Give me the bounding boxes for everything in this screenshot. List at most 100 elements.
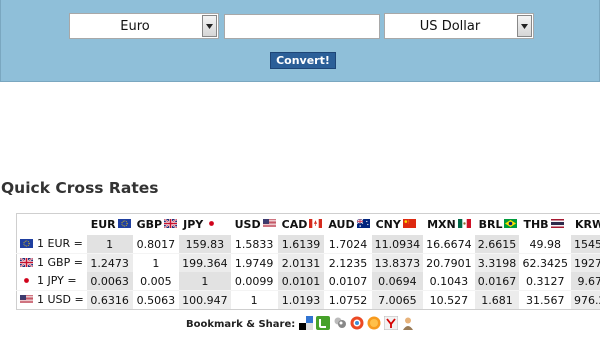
from-currency-select[interactable]: Euro [69, 13, 219, 39]
row-label: 1 GBP = [37, 256, 83, 270]
column-code: GBP [136, 217, 163, 231]
column-header-thb: THB [519, 214, 571, 236]
rate-cell: 13.8373 [371, 253, 424, 272]
rate-cell: 7.0065 [371, 290, 424, 310]
column-code: USD [234, 217, 261, 231]
rate-cell: 1.681 [474, 290, 520, 310]
rate-cell: 0.0101 [277, 272, 325, 291]
column-code: EUR [90, 217, 116, 231]
rate-cell: 976.202 [570, 290, 600, 310]
japan-flag-icon [20, 275, 33, 288]
rate-cell: 2.1235 [324, 253, 372, 272]
table-row: 1 JPY = 0.0063 0.005 1 0.0099 0.0101 0.0107 0.0… [17, 272, 600, 291]
brazil-flag-icon [504, 218, 518, 231]
rate-cell: 0.1043 [429, 274, 469, 288]
column-header-usd: USD [231, 214, 278, 236]
section-title: Quick Cross Rates [1, 179, 159, 197]
us-flag-icon [20, 294, 33, 307]
rate-cell: 49.98 [529, 237, 561, 251]
column-code: MXN [427, 217, 456, 231]
column-header-jpy: JPY [179, 214, 231, 236]
canada-flag-icon [309, 218, 323, 231]
rate-cell: 16.6674 [426, 237, 472, 251]
column-header-cny: CNY [372, 214, 424, 236]
bookmark-label: Bookmark & Share: [186, 318, 296, 330]
table-row: 1 GBP = 1.2473 1 199.364 1.9749 2.0131 2.1235 1… [16, 253, 600, 272]
column-code: AUD [328, 217, 355, 231]
rate-cell: 2.0131 [277, 253, 325, 272]
row-label: 1 EUR = [37, 237, 83, 251]
to-currency-select[interactable]: US Dollar [384, 13, 534, 39]
rate-cell: 11.0934 [371, 235, 424, 254]
rate-cell: 1.5833 [234, 237, 274, 251]
eu-flag-icon [20, 238, 33, 251]
row-label-cell: 1 JPY = [17, 272, 87, 291]
stumbleupon-icon[interactable] [350, 316, 364, 333]
rate-cell: 0.005 [140, 274, 172, 288]
rate-cell: 1 [132, 253, 180, 272]
column-header-eur: EUR [87, 214, 133, 236]
table-row: 1 EUR = 1 0.8017 159.83 1.5833 1.6139 1.7024 11… [17, 235, 600, 254]
rate-cell: 159.83 [179, 235, 231, 254]
rate-cell: 1 [179, 272, 231, 291]
rate-cell: 1.9749 [230, 253, 278, 272]
rate-cell: 1.0193 [277, 290, 325, 310]
row-label: 1 USD = [37, 293, 84, 307]
column-code: BRL [478, 217, 503, 231]
rate-cell: 0.0167 [474, 272, 520, 291]
column-code: JPY [183, 217, 204, 231]
rate-cell: 0.3127 [525, 274, 565, 288]
rate-cell: 2.6615 [474, 235, 520, 254]
rate-cell: 0.0063 [86, 272, 133, 291]
rate-cell: 0.0694 [371, 272, 424, 291]
column-code: CAD [281, 217, 308, 231]
amount-input[interactable] [224, 14, 380, 39]
uk-flag-icon [163, 218, 178, 231]
mexico-flag-icon [457, 218, 471, 231]
bookmark-share: Bookmark & Share: [186, 314, 418, 334]
uk-flag-icon [19, 257, 34, 270]
rate-cell: 1.2473 [86, 253, 133, 272]
column-header-aud: AUD [324, 214, 371, 236]
digg-icon[interactable] [333, 316, 347, 333]
column-header-cad: CAD [278, 214, 325, 236]
orange-circle-icon[interactable] [367, 316, 381, 333]
column-header-mxn: MXN [423, 214, 475, 236]
person-icon[interactable] [401, 316, 415, 333]
rate-cell: 10.527 [423, 290, 475, 310]
row-label-cell: 1 USD = [16, 290, 87, 310]
rate-cell: 0.0099 [234, 274, 274, 288]
rate-cell: 199.364 [179, 253, 231, 272]
rate-cell: 0.5063 [132, 290, 180, 310]
dropdown-arrow-icon[interactable] [517, 15, 532, 37]
thailand-flag-icon [550, 218, 564, 231]
eu-flag-icon [117, 218, 131, 231]
australia-flag-icon [356, 218, 370, 231]
rate-cell: 3.3198 [474, 253, 520, 272]
column-header-gbp: GBP [133, 214, 179, 236]
japan-flag-icon [205, 218, 219, 231]
yahoo-icon[interactable] [383, 315, 399, 333]
rate-cell: 31.567 [519, 290, 571, 310]
rate-cell: 1 [230, 290, 278, 310]
from-currency-value: Euro [120, 18, 150, 34]
us-flag-icon [262, 218, 276, 231]
rate-cell: 100.947 [179, 290, 231, 310]
row-label-cell: 1 EUR = [17, 235, 87, 254]
corner-cell [17, 214, 87, 236]
delicious-icon[interactable] [299, 315, 314, 333]
china-flag-icon [402, 218, 416, 231]
column-code: THB [523, 217, 549, 231]
row-label: 1 JPY = [37, 274, 77, 288]
table-header-row: EUR GBP JPY USD CAD AUD CNY MXN BRL THB KRW [17, 214, 600, 236]
rate-cell: 9.6704 [570, 272, 600, 291]
rate-cell: 62.3425 [519, 253, 571, 272]
table-row: 1 USD = 0.6316 0.5063 100.947 1 1.0193 1.0752 7… [16, 290, 600, 310]
dropdown-arrow-icon[interactable] [202, 15, 217, 37]
technorati-icon[interactable] [316, 315, 331, 333]
rate-cell: 1927.93 [570, 253, 600, 272]
convert-button[interactable]: Convert! [270, 52, 336, 69]
column-header-brl: BRL [475, 214, 520, 236]
column-header-krw: KRW [571, 214, 600, 236]
rate-cell: 0.6316 [86, 290, 133, 310]
